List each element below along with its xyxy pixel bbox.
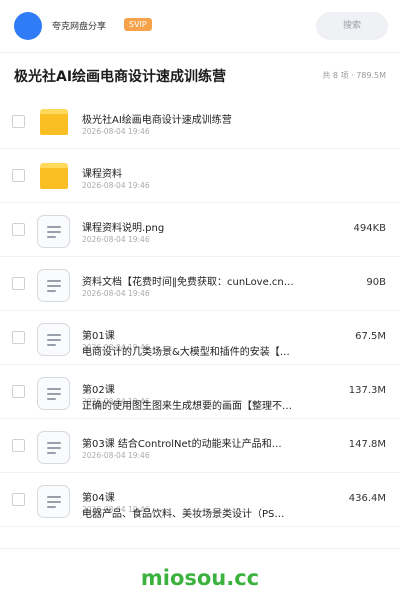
- file-list: 极光社AI绘画电商设计速成训练营 2026-08-04 19:46 课程资料 2026…: [0, 95, 400, 527]
- item-size: 67.5M: [355, 331, 386, 342]
- item-checkbox[interactable]: [12, 277, 25, 290]
- file-icon: [37, 269, 70, 302]
- item-name: 第02课: [82, 385, 115, 396]
- item-checkbox[interactable]: [12, 385, 25, 398]
- file-icon: [37, 323, 70, 356]
- item-name-line2: 正确的使用图生图来生成想要的画面【整理不…: [82, 401, 292, 412]
- item-checkbox[interactable]: [12, 169, 25, 182]
- item-checkbox[interactable]: [12, 223, 25, 236]
- item-size: 90B: [366, 277, 386, 288]
- list-item[interactable]: 第04课 电器产品、食品饮料、美妆场景类设计（PS… 2026-08-04 19:4…: [0, 473, 400, 527]
- item-checkbox[interactable]: [12, 493, 25, 506]
- item-date: 2026-08-04 19:46: [82, 181, 150, 190]
- list-item[interactable]: 资料文档【花费时间‖免费获取：cunLove.cn… 2026-08-04 19:…: [0, 257, 400, 311]
- item-name: 课程资料: [82, 169, 122, 180]
- folder-icon: [40, 109, 68, 135]
- top-bar: 夸克网盘分享 SVIP 搜索: [0, 0, 400, 52]
- item-size: 436.4M: [348, 493, 386, 504]
- avatar[interactable]: [14, 12, 42, 40]
- list-item[interactable]: 第03课 结合ControlNet的动能来让产品和… 2026-08-04 19:…: [0, 419, 400, 473]
- item-name: 课程资料说明.png: [82, 223, 165, 234]
- item-size: 494KB: [353, 223, 386, 234]
- item-checkbox[interactable]: [12, 331, 25, 344]
- item-name: 第04课: [82, 493, 115, 504]
- item-date: 2026-08-04 19:46: [82, 289, 150, 298]
- header-divider: [0, 52, 400, 53]
- item-size: 147.8M: [348, 439, 386, 450]
- folder-icon: [40, 163, 68, 189]
- item-date: 2026-08-04 19:46: [82, 127, 150, 136]
- item-name: 资料文档【花费时间‖免费获取：cunLove.cn…: [82, 277, 294, 288]
- item-size: 137.3M: [348, 385, 386, 396]
- list-item[interactable]: 课程资料说明.png 2026-08-04 19:46 494KB: [0, 203, 400, 257]
- svip-badge: SVIP: [124, 18, 152, 31]
- file-icon: [37, 215, 70, 248]
- list-item[interactable]: 课程资料 2026-08-04 19:46: [0, 149, 400, 203]
- item-name: 第01课: [82, 331, 115, 342]
- item-name: 第03课 结合ControlNet的动能来让产品和…: [82, 439, 282, 450]
- item-name-line2: 电器产品、食品饮料、美妆场景类设计（PS…: [82, 509, 285, 520]
- item-date: 2026-08-04 19:46: [82, 451, 150, 460]
- list-item[interactable]: 第01课 电商设计的几类场景&大模型和插件的安装【… 2026-08-04 19:4…: [0, 311, 400, 365]
- item-name-line2: 电商设计的几类场景&大模型和插件的安装【…: [82, 347, 290, 358]
- file-icon: [37, 485, 70, 518]
- item-name: 极光社AI绘画电商设计速成训练营: [82, 115, 232, 126]
- file-icon: [37, 377, 70, 410]
- list-item[interactable]: 第02课 正确的使用图生图来生成想要的画面【整理不… 2026-08-04 19:4…: [0, 365, 400, 419]
- watermark: miosou.cc: [140, 566, 260, 590]
- username: 夸克网盘分享: [52, 22, 107, 32]
- item-summary: 共 8 项 · 789.5M: [322, 71, 386, 80]
- file-icon: [37, 431, 70, 464]
- search-button[interactable]: 搜索: [316, 12, 388, 40]
- page-title: 极光社AI绘画电商设计速成训练营: [14, 69, 227, 85]
- item-checkbox[interactable]: [12, 115, 25, 128]
- item-checkbox[interactable]: [12, 439, 25, 452]
- item-date: 2026-08-04 19:46: [82, 235, 150, 244]
- list-item[interactable]: 极光社AI绘画电商设计速成训练营 2026-08-04 19:46: [0, 95, 400, 149]
